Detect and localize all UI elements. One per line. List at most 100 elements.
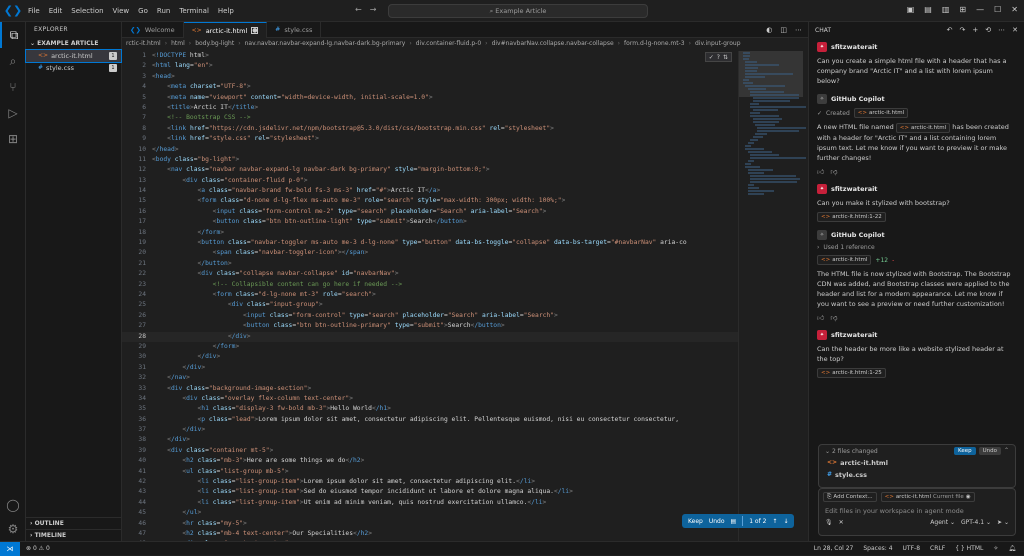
code-line[interactable]: 44 <li class="list-group-item">Ut enim a… bbox=[122, 498, 738, 508]
thumbs-up-icon[interactable]: 👍︎ bbox=[817, 313, 824, 322]
code-line[interactable]: 6 <title>Arctic IT</title> bbox=[122, 103, 738, 113]
preview-icon[interactable]: ◐ bbox=[766, 26, 772, 34]
context-file-chip[interactable]: <> arctic-it.html Current file ◉ bbox=[880, 492, 975, 502]
new-chat-icon[interactable]: + bbox=[972, 26, 978, 34]
prev-change-icon[interactable]: ↑ bbox=[772, 518, 777, 525]
close-chat-icon[interactable]: ✕ bbox=[1012, 26, 1018, 34]
account-icon[interactable]: ◯ bbox=[0, 492, 26, 518]
code-line[interactable]: 43 <li class="list-group-item">Sed do ei… bbox=[122, 487, 738, 497]
panel-toggle-icon[interactable]: ▤ bbox=[924, 5, 932, 14]
tab-welcome[interactable]: ❮❯ Welcome bbox=[122, 22, 184, 38]
redo-icon[interactable]: ↷ bbox=[960, 26, 966, 34]
more-icon[interactable]: ⋯ bbox=[998, 26, 1005, 34]
breadcrumb-item[interactable]: body.bg-light bbox=[195, 38, 234, 50]
code-line[interactable]: 22 <div class="collapse navbar-collapse"… bbox=[122, 269, 738, 279]
notifications-icon[interactable]: 🔔︎ bbox=[1008, 545, 1016, 552]
maximize-icon[interactable]: ☐ bbox=[994, 5, 1001, 14]
changed-file[interactable]: <> arctic-it.html bbox=[819, 457, 1015, 469]
undo-icon[interactable]: ↶ bbox=[947, 26, 953, 34]
code-line[interactable]: 45 </ul> bbox=[122, 508, 738, 518]
mode-picker[interactable]: Agent ⌄ bbox=[930, 519, 955, 526]
sidebar-toggle-icon[interactable]: ▥ bbox=[942, 5, 950, 14]
history-icon[interactable]: ⟲ bbox=[985, 26, 991, 34]
code-line[interactable]: 39 <div class="container mt-5"> bbox=[122, 446, 738, 456]
file-reference-chip[interactable]: <> arctic-it.html:1-25 bbox=[817, 368, 886, 378]
code-line[interactable]: 47 <h2 class="mb-4 text-center">Our Spec… bbox=[122, 529, 738, 539]
menu-item[interactable]: Terminal bbox=[179, 7, 209, 15]
code-line[interactable]: 46 <hr class="my-5"> bbox=[122, 519, 738, 529]
breadcrumb-item[interactable]: div.input-group bbox=[695, 38, 741, 50]
indentation[interactable]: Spaces: 4 bbox=[863, 545, 892, 552]
minimap[interactable] bbox=[738, 51, 807, 541]
code-line[interactable]: 16 <input class="form-control me-2" type… bbox=[122, 207, 738, 217]
remote-icon[interactable]: ⋊ bbox=[0, 541, 20, 556]
code-line[interactable]: 28 </div> bbox=[122, 331, 738, 342]
code-line[interactable]: 20 <span class="navbar-toggler-icon"></s… bbox=[122, 248, 738, 258]
code-line[interactable]: 38 </div> bbox=[122, 435, 738, 445]
code-line[interactable]: 8 <link href="https://cdn.jsdelivr.net/n… bbox=[122, 124, 738, 134]
minimize-icon[interactable]: — bbox=[976, 5, 984, 14]
breadcrumb-item[interactable]: html bbox=[171, 38, 185, 50]
code-line[interactable]: 13 <div class="container-fluid p-0"> bbox=[122, 176, 738, 186]
code-line[interactable]: 25 <div class="input-group"> bbox=[122, 300, 738, 310]
cursor-position[interactable]: Ln 28, Col 27 bbox=[814, 545, 854, 552]
run-debug-icon[interactable]: ▷ bbox=[0, 100, 26, 126]
keep-button[interactable]: Keep bbox=[688, 518, 703, 525]
next-change-icon[interactable]: ↓ bbox=[783, 518, 788, 525]
inline-chat-hint[interactable]: ✓ ? ⇅ bbox=[704, 52, 732, 62]
menu-item[interactable]: Edit bbox=[49, 7, 63, 15]
menu-item[interactable]: Selection bbox=[71, 7, 103, 15]
tab-arctic-it[interactable]: <> arctic-it.html ● bbox=[183, 22, 268, 38]
undo-all-button[interactable]: Undo bbox=[978, 447, 1001, 455]
layout-toggle-icon[interactable]: ▣ bbox=[907, 5, 915, 14]
code-editor[interactable]: 1 <!DOCTYPE html> 2 <html lang="en"> 3 <head>… bbox=[122, 51, 738, 541]
code-line[interactable]: 37 </div> bbox=[122, 425, 738, 435]
code-line[interactable]: 3 <head> bbox=[122, 72, 738, 82]
code-line[interactable]: 7 <!-- Bootstrap CSS --> bbox=[122, 113, 738, 123]
code-line[interactable]: 31 </div> bbox=[122, 363, 738, 373]
breadcrumb-item[interactable]: div#navbarNav.collapse.navbar-collapse bbox=[492, 38, 614, 50]
explorer-icon[interactable]: ⧉ bbox=[0, 22, 26, 48]
code-line[interactable]: 19 <button class="navbar-toggler ms-auto… bbox=[122, 238, 738, 248]
code-line[interactable]: 24 <form class="d-lg-none mt-3" role="se… bbox=[122, 290, 738, 300]
chat-input[interactable]: Edit files in your workspace in agent mo… bbox=[819, 505, 1015, 517]
code-line[interactable]: 18 </form> bbox=[122, 228, 738, 238]
file-reference-chip[interactable]: <> arctic-it.html:1-22 bbox=[817, 212, 886, 222]
code-line[interactable]: 12 <nav class="navbar navbar-expand-lg n… bbox=[122, 165, 738, 175]
customize-layout-icon[interactable]: ⊞ bbox=[959, 5, 966, 14]
source-control-icon[interactable]: ⑂ bbox=[0, 74, 26, 100]
menu-item[interactable]: View bbox=[113, 7, 130, 15]
code-line[interactable]: 15 <form class="d-none d-lg-flex ms-auto… bbox=[122, 196, 738, 206]
back-arrow-icon[interactable]: ← bbox=[355, 5, 362, 14]
code-line[interactable]: 21 </button> bbox=[122, 259, 738, 269]
code-line[interactable]: 5 <meta name="viewport" content="width=d… bbox=[122, 93, 738, 103]
code-line[interactable]: 23 <!-- Collapsible content can go here … bbox=[122, 280, 738, 290]
code-line[interactable]: 1 <!DOCTYPE html> bbox=[122, 51, 738, 61]
breadcrumb-item[interactable]: div.container-fluid.p-0 bbox=[416, 38, 481, 50]
file-chip[interactable]: <> arctic-it.html bbox=[817, 255, 872, 265]
search-icon[interactable]: ⌕ bbox=[0, 48, 26, 74]
copilot-status-icon[interactable]: ✧ bbox=[993, 545, 998, 552]
code-line[interactable]: 32 </nav> bbox=[122, 373, 738, 383]
line-ending[interactable]: CRLF bbox=[930, 545, 945, 552]
microphone-icon[interactable]: 🎙︎ bbox=[825, 519, 833, 526]
code-line[interactable]: 29 </form> bbox=[122, 342, 738, 352]
changed-files-header[interactable]: ⌄ 2 files changed Keep Undo ⌃ bbox=[819, 445, 1015, 457]
forward-arrow-icon[interactable]: → bbox=[370, 5, 377, 14]
tab-style-css[interactable]: # style.css bbox=[267, 22, 322, 38]
close-icon[interactable]: ✕ bbox=[1011, 5, 1018, 14]
encoding[interactable]: UTF-8 bbox=[903, 545, 921, 552]
breadcrumb-item[interactable]: nav.navbar.navbar-expand-lg.navbar-dark.… bbox=[245, 38, 406, 50]
code-line[interactable]: 2 <html lang="en"> bbox=[122, 61, 738, 71]
undo-button[interactable]: Undo bbox=[709, 518, 725, 525]
menu-item[interactable]: File bbox=[28, 7, 40, 15]
command-center-search[interactable]: ⌕ Example Article bbox=[388, 4, 648, 18]
code-line[interactable]: 9 <link href="style.css" rel="stylesheet… bbox=[122, 134, 738, 144]
tools-icon[interactable]: ✕ bbox=[839, 519, 844, 526]
code-line[interactable]: 30 </div> bbox=[122, 352, 738, 362]
references-toggle[interactable]: › Used 1 reference bbox=[817, 244, 1016, 251]
add-context-button[interactable]: ⎘ Add Context... bbox=[823, 492, 877, 502]
timeline-section[interactable]: › TIMELINE bbox=[26, 529, 122, 541]
close-tab-icon[interactable]: ● bbox=[251, 27, 259, 34]
code-line[interactable]: 17 <button class="btn btn-outline-light"… bbox=[122, 217, 738, 227]
